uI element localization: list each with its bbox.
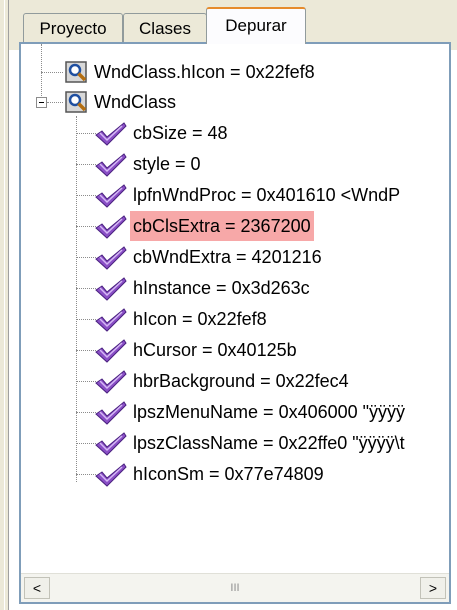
tree-child-label: lpfnWndProc = 0x401610 <WndP <box>133 185 401 205</box>
checkmark-icon <box>95 308 127 332</box>
tree-child-label: hCursor = 0x40125b <box>133 340 297 360</box>
tree-child-label: hInstance = 0x3d263c <box>133 278 310 298</box>
watch-tree: WndClass.hIcon = 0x22fef8 WndClass cbSiz… <box>21 44 449 572</box>
watch-magnifier-icon <box>65 91 87 113</box>
tab-depurar[interactable]: Depurar <box>206 7 306 44</box>
tree-child-label: lpszMenuName = 0x406000 "ÿÿÿÿ <box>133 402 406 422</box>
debug-tree-panel: WndClass.hIcon = 0x22fef8 WndClass cbSiz… <box>19 42 451 604</box>
tree-child-label: cbClsExtra = 2367200 <box>130 211 314 241</box>
tree-item-label: WndClass <box>94 92 177 112</box>
left-panel-edge <box>0 0 9 610</box>
scroll-left-button[interactable]: < <box>24 577 50 599</box>
tree-child-item[interactable]: lpszClassName = 0x22ffe0 "ÿÿÿÿ\t <box>21 428 449 458</box>
tree-child-label: cbWndExtra = 4201216 <box>133 247 322 267</box>
checkmark-icon <box>95 277 127 301</box>
tree-child-label: lpszClassName = 0x22ffe0 "ÿÿÿÿ\t <box>133 433 405 453</box>
checkmark-icon <box>95 463 127 487</box>
watch-magnifier-icon <box>65 61 87 83</box>
tree-item-wndclass-hicon[interactable]: WndClass.hIcon = 0x22fef8 <box>21 57 449 87</box>
checkmark-icon <box>95 153 127 177</box>
checkmark-icon <box>95 246 127 270</box>
checkmark-icon <box>95 401 127 425</box>
scroll-thumb[interactable]: III <box>53 577 417 599</box>
tab-clases[interactable]: Clases <box>123 13 207 42</box>
tree-child-item[interactable]: cbWndExtra = 4201216 <box>21 242 449 272</box>
tab-proyecto[interactable]: Proyecto <box>23 13 123 42</box>
checkmark-icon <box>95 432 127 456</box>
tree-child-label: hbrBackground = 0x22fec4 <box>133 371 349 391</box>
tree-child-label: style = 0 <box>133 154 201 174</box>
checkmark-icon <box>95 184 127 208</box>
tree-child-item[interactable]: lpfnWndProc = 0x401610 <WndP <box>21 180 449 210</box>
tree-child-item[interactable]: hCursor = 0x40125b <box>21 335 449 365</box>
horizontal-scrollbar[interactable]: < III > <box>21 573 449 602</box>
checkmark-icon <box>95 370 127 394</box>
checkmark-icon <box>95 215 127 239</box>
tree-child-item[interactable]: hbrBackground = 0x22fec4 <box>21 366 449 396</box>
tree-child-label: hIconSm = 0x77e74809 <box>133 464 324 484</box>
tree-item-wndclass[interactable]: WndClass <box>21 87 449 117</box>
tree-item-label: WndClass.hIcon = 0x22fef8 <box>94 62 315 82</box>
checkmark-icon <box>95 122 127 146</box>
tree-child-item[interactable]: lpszMenuName = 0x406000 "ÿÿÿÿ <box>21 397 449 427</box>
scroll-right-button[interactable]: > <box>420 577 446 599</box>
tree-child-item[interactable]: hInstance = 0x3d263c <box>21 273 449 303</box>
checkmark-icon <box>95 339 127 363</box>
tree-child-item[interactable]: style = 0 <box>21 149 449 179</box>
tree-child-label: cbSize = 48 <box>133 123 228 143</box>
tree-child-item[interactable]: hIcon = 0x22fef8 <box>21 304 449 334</box>
tree-child-item[interactable]: hIconSm = 0x77e74809 <box>21 459 449 489</box>
tree-child-item[interactable]: cbSize = 48 <box>21 118 449 148</box>
tree-child-item[interactable]: cbClsExtra = 2367200 <box>21 211 449 241</box>
tree-child-label: hIcon = 0x22fef8 <box>133 309 267 329</box>
